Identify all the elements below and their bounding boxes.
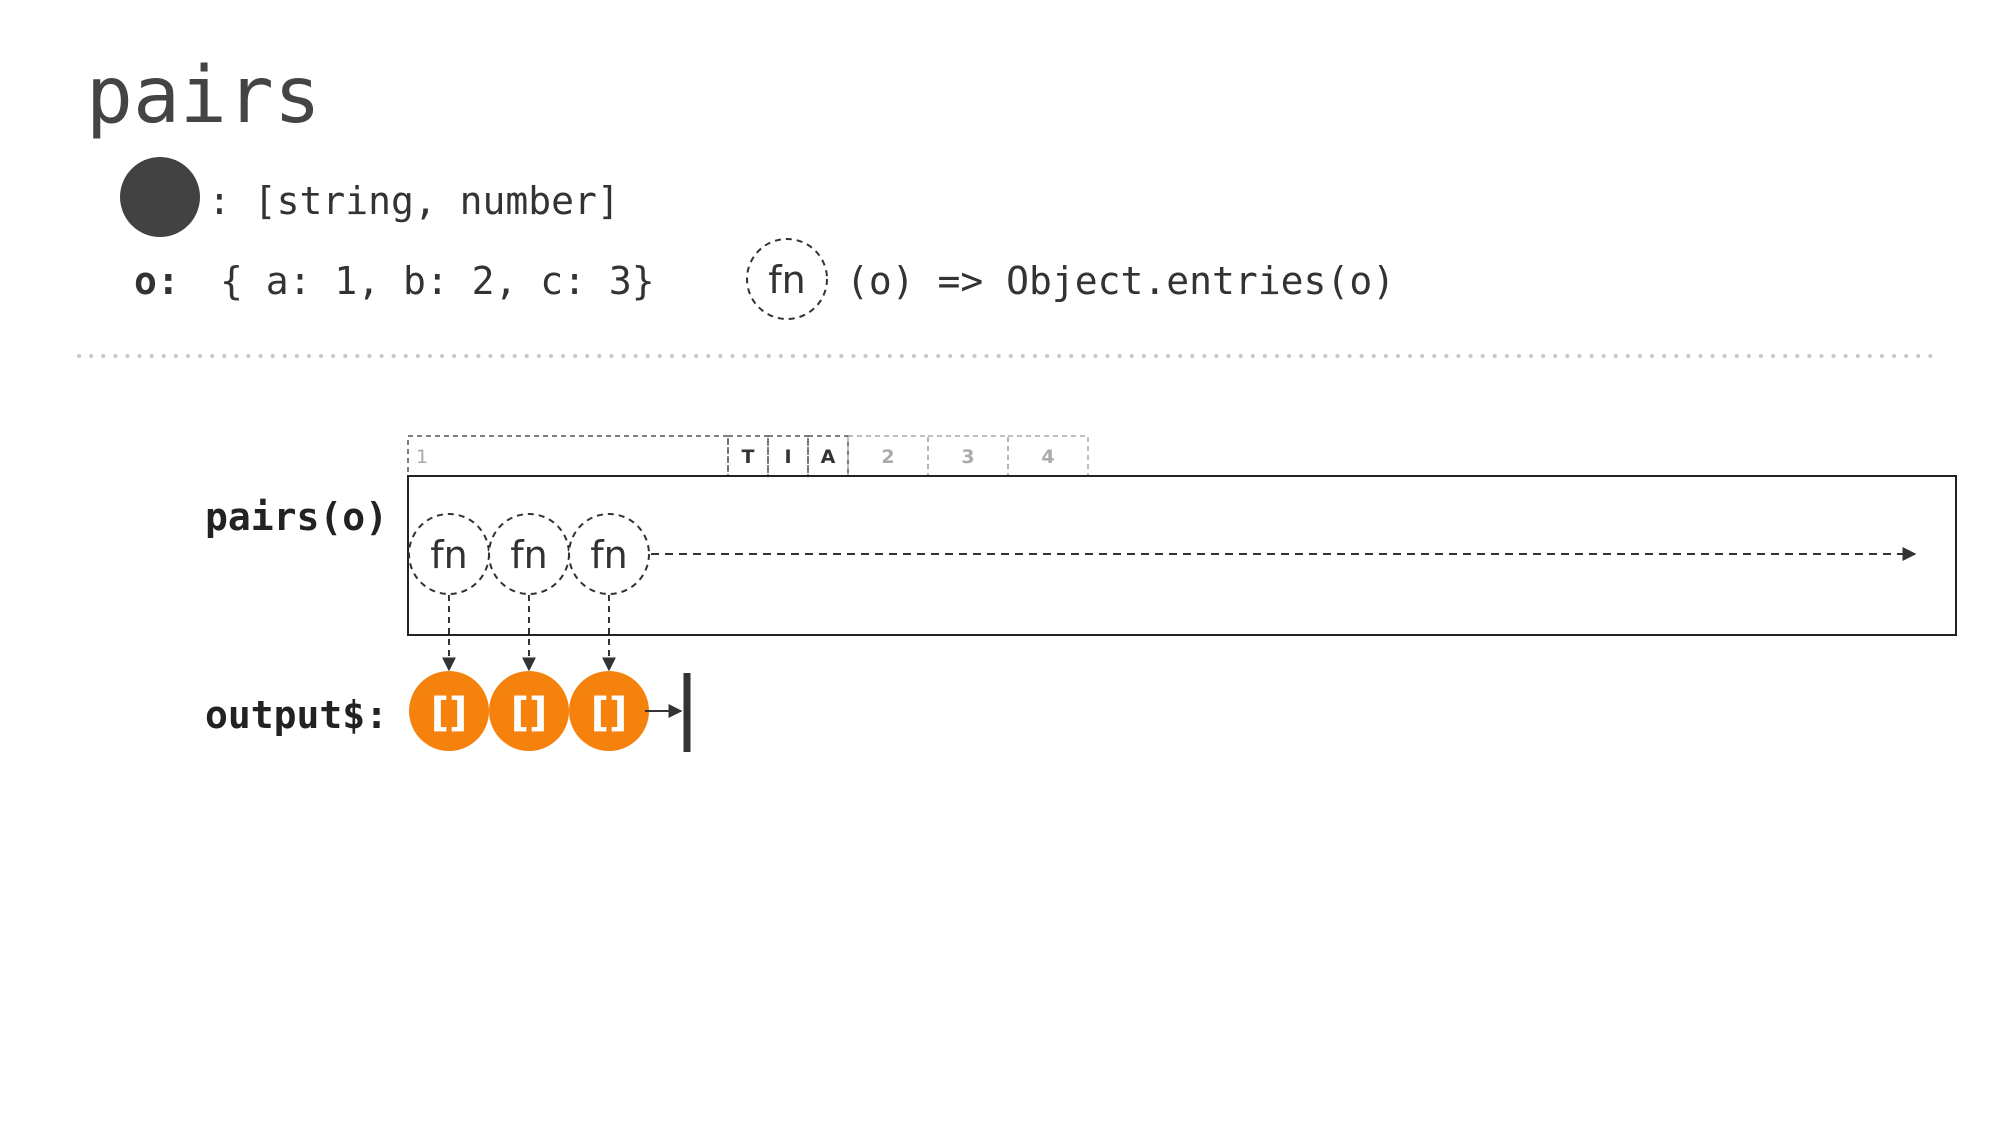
operator-fn-nodes: fn fn fn bbox=[408, 513, 650, 672]
emission-value: [] bbox=[511, 690, 548, 736]
fn-node-label: fn bbox=[590, 533, 627, 577]
fn-node-label: fn bbox=[430, 533, 467, 577]
emission-bullet-icon bbox=[120, 157, 200, 237]
input-value: { a: 1, b: 2, c: 3} bbox=[220, 259, 655, 303]
emission-value: [] bbox=[431, 690, 468, 736]
frame-label: 4 bbox=[1041, 446, 1054, 468]
frame-label: I bbox=[784, 446, 791, 468]
frame-1 bbox=[407, 435, 729, 477]
input-label: o: bbox=[134, 259, 180, 303]
operator-label: pairs(o) bbox=[205, 495, 388, 539]
frame-label: T bbox=[742, 446, 755, 468]
frame-label: 2 bbox=[881, 446, 894, 468]
page-title: pairs bbox=[86, 51, 321, 141]
frame-label: A bbox=[821, 446, 836, 468]
emission-value: [] bbox=[591, 690, 628, 736]
fn-node-label: fn bbox=[510, 533, 547, 577]
frame-label: 3 bbox=[961, 446, 974, 468]
output-label: output$: bbox=[205, 693, 388, 737]
timeline-frames: 1 T I A 2 3 4 bbox=[407, 435, 1089, 477]
frame-label: 1 bbox=[416, 446, 428, 468]
marble-diagram: pairs : [string, number] o: { a: 1, b: 2… bbox=[77, 51, 1957, 752]
emission-type: : [string, number] bbox=[208, 179, 620, 223]
output-emissions: [] [] [] bbox=[409, 671, 649, 751]
fn-definition: (o) => Object.entries(o) bbox=[846, 259, 1395, 303]
fn-legend-label: fn bbox=[768, 258, 805, 302]
